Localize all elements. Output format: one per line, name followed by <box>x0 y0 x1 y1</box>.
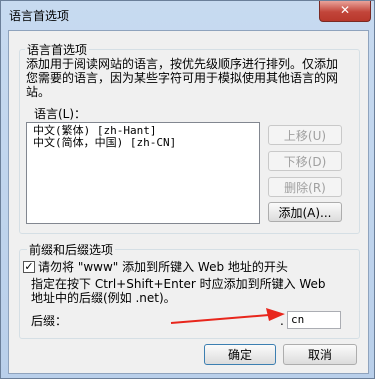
language-item-zh-cn[interactable]: 中文(简体，中国) [zh-CN] <box>27 137 259 149</box>
red-arrow-annotation <box>170 308 285 324</box>
window-title: 语言首选项 <box>9 9 70 23</box>
language-list[interactable]: 中文(繁体) [zh-Hant] 中文(简体，中国) [zh-CN] <box>26 122 260 224</box>
cancel-button[interactable]: 取消 <box>283 344 357 365</box>
suffix-info-line-1: 指定在按下 Ctrl+Shift+Enter 时应添加到所键入 Web <box>31 277 326 291</box>
close-button[interactable]: ✕ <box>319 1 371 22</box>
checkmark-icon: ✓ <box>24 260 34 273</box>
close-icon: ✕ <box>339 3 351 17</box>
description-line-1: 添加用于阅读网站的语言，按优先级顺序进行排列。仅添加 <box>26 57 339 71</box>
add-button[interactable]: 添加(A)... <box>268 202 342 222</box>
ok-button[interactable]: 确定 <box>204 344 276 365</box>
arrow-head <box>266 308 285 321</box>
suffix-input[interactable]: cn <box>287 311 341 329</box>
description-line-3: 站。 <box>26 85 51 99</box>
arrow-shaft <box>170 314 270 324</box>
language-preferences-dialog: 语言首选项 ✕ 语言首选项 添加用于阅读网站的语言，按优先级顺序进行排列。仅添加… <box>0 0 375 379</box>
move-up-button[interactable]: 上移(U) <box>268 125 342 145</box>
prefix-suffix-group-title: 前缀和后缀选项 <box>27 241 116 258</box>
move-down-button[interactable]: 下移(D) <box>268 151 342 171</box>
suffix-info-line-2: 地址中的后缀(例如 .net)。 <box>31 291 176 305</box>
suffix-label: 后缀： <box>31 314 68 328</box>
no-www-checkbox-label[interactable]: 请勿将 "www" 添加到所键入 Web 地址的开头 <box>38 260 288 274</box>
remove-button[interactable]: 删除(R) <box>268 177 342 197</box>
language-list-label: 语言(L)： <box>34 107 87 121</box>
description-line-2: 您需要的语言，因为某些字符可用于模拟使用其他语言的网 <box>26 71 339 85</box>
language-group-title: 语言首选项 <box>25 41 90 58</box>
no-www-checkbox[interactable]: ✓ <box>23 261 35 273</box>
title-bar[interactable]: 语言首选项 ✕ <box>1 1 374 29</box>
